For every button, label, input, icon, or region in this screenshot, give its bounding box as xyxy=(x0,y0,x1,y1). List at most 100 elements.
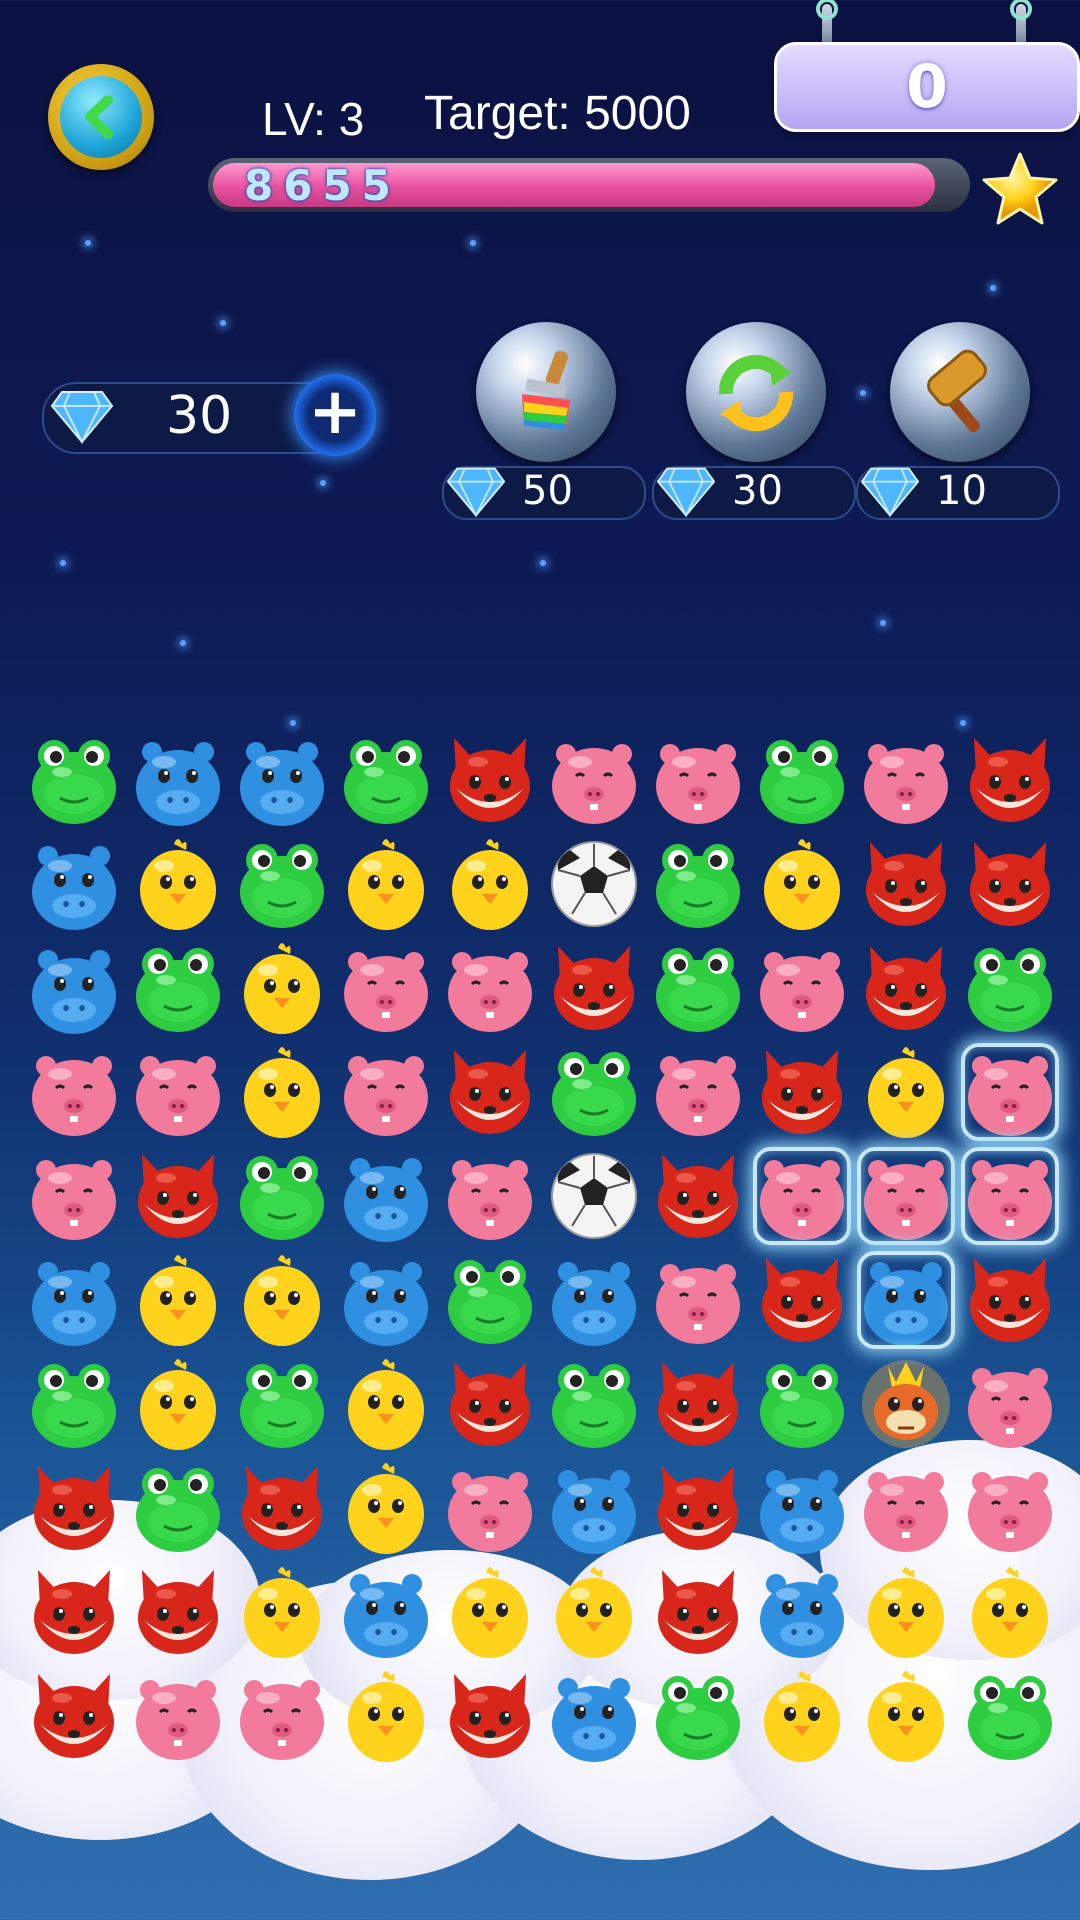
chick-tile[interactable] xyxy=(338,1460,434,1556)
fox-tile[interactable] xyxy=(858,836,954,932)
pig-tile[interactable] xyxy=(26,1044,122,1140)
chick-tile[interactable] xyxy=(858,1564,954,1660)
fox-tile[interactable] xyxy=(650,1148,746,1244)
chick-tile[interactable] xyxy=(130,1252,226,1348)
fox-tile[interactable] xyxy=(234,1460,330,1556)
back-button[interactable] xyxy=(48,64,154,170)
frog-tile[interactable] xyxy=(650,940,746,1036)
chick-tile[interactable] xyxy=(442,836,538,932)
hippo-tile[interactable] xyxy=(338,1564,434,1660)
add-gems-button[interactable]: + xyxy=(294,374,376,456)
pig-tile[interactable] xyxy=(234,1668,330,1764)
frog-tile[interactable] xyxy=(26,732,122,828)
hippo-tile[interactable] xyxy=(26,836,122,932)
fox-tile[interactable] xyxy=(130,1564,226,1660)
frog-tile[interactable] xyxy=(130,1460,226,1556)
pig-tile[interactable] xyxy=(650,1044,746,1140)
pig-tile[interactable] xyxy=(338,940,434,1036)
hippo-tile[interactable] xyxy=(26,1252,122,1348)
pig-tile[interactable] xyxy=(442,940,538,1036)
pig-tile[interactable] xyxy=(26,1148,122,1244)
fox-tile[interactable] xyxy=(442,1044,538,1140)
pig-tile[interactable] xyxy=(442,1148,538,1244)
chick-tile[interactable] xyxy=(234,1044,330,1140)
chick-tile[interactable] xyxy=(754,1668,850,1764)
frog-tile[interactable] xyxy=(962,1668,1058,1764)
hammer-powerup[interactable] xyxy=(890,322,1030,462)
pig-tile[interactable] xyxy=(650,1252,746,1348)
pig-tile[interactable] xyxy=(962,1356,1058,1452)
frog-tile[interactable] xyxy=(234,1356,330,1452)
pig-tile[interactable] xyxy=(858,1460,954,1556)
chick-tile[interactable] xyxy=(234,1564,330,1660)
chick-tile[interactable] xyxy=(442,1564,538,1660)
chick-tile[interactable] xyxy=(754,836,850,932)
fox-tile[interactable] xyxy=(650,1356,746,1452)
pig-tile[interactable] xyxy=(754,940,850,1036)
fox-tile[interactable] xyxy=(442,1356,538,1452)
chick-tile[interactable] xyxy=(234,940,330,1036)
fox-tile[interactable] xyxy=(442,732,538,828)
hippo-tile[interactable] xyxy=(546,1460,642,1556)
pig-tile[interactable] xyxy=(130,1668,226,1764)
chick-tile[interactable] xyxy=(858,1044,954,1140)
frog-tile[interactable] xyxy=(26,1356,122,1452)
pig-tile[interactable] xyxy=(546,732,642,828)
pig-tile[interactable] xyxy=(650,732,746,828)
frog-tile[interactable] xyxy=(130,940,226,1036)
pig-tile[interactable] xyxy=(962,1460,1058,1556)
rainbow-brush-powerup[interactable] xyxy=(476,322,616,462)
hippo-tile[interactable] xyxy=(338,1148,434,1244)
chick-tile[interactable] xyxy=(858,1668,954,1764)
chick-tile[interactable] xyxy=(234,1252,330,1348)
fox-tile[interactable] xyxy=(26,1460,122,1556)
hippo-tile[interactable] xyxy=(338,1252,434,1348)
ball-tile[interactable] xyxy=(546,1148,642,1244)
fox-tile[interactable] xyxy=(650,1460,746,1556)
frog-tile[interactable] xyxy=(962,940,1058,1036)
frog-tile[interactable] xyxy=(234,1148,330,1244)
pig-tile[interactable] xyxy=(130,1044,226,1140)
ball-tile[interactable] xyxy=(546,836,642,932)
fox-tile[interactable] xyxy=(962,836,1058,932)
hippo-tile[interactable] xyxy=(754,1564,850,1660)
fox-tile[interactable] xyxy=(130,1148,226,1244)
frog-tile[interactable] xyxy=(650,1668,746,1764)
frog-tile[interactable] xyxy=(442,1252,538,1348)
chick-tile[interactable] xyxy=(130,836,226,932)
hippo-tile[interactable] xyxy=(546,1668,642,1764)
fox-tile[interactable] xyxy=(962,1252,1058,1348)
refresh-powerup[interactable] xyxy=(686,322,826,462)
frog-tile[interactable] xyxy=(650,836,746,932)
hippo-tile[interactable] xyxy=(546,1252,642,1348)
chick-tile[interactable] xyxy=(338,836,434,932)
fox-tile[interactable] xyxy=(26,1668,122,1764)
chick-tile[interactable] xyxy=(338,1356,434,1452)
pig-tile[interactable] xyxy=(858,732,954,828)
hippo-tile[interactable] xyxy=(130,732,226,828)
fox-tile[interactable] xyxy=(650,1564,746,1660)
frog-tile[interactable] xyxy=(754,732,850,828)
hippo-tile[interactable] xyxy=(234,732,330,828)
fox-tile[interactable] xyxy=(962,732,1058,828)
chick-tile[interactable] xyxy=(338,1668,434,1764)
hippo-tile[interactable] xyxy=(26,940,122,1036)
hippo-tile[interactable] xyxy=(754,1460,850,1556)
chick-tile[interactable] xyxy=(130,1356,226,1452)
dragon-tile[interactable] xyxy=(858,1356,954,1452)
frog-tile[interactable] xyxy=(234,836,330,932)
fox-tile[interactable] xyxy=(754,1252,850,1348)
chick-tile[interactable] xyxy=(962,1564,1058,1660)
frog-tile[interactable] xyxy=(546,1044,642,1140)
fox-tile[interactable] xyxy=(26,1564,122,1660)
fox-tile[interactable] xyxy=(442,1668,538,1764)
frog-tile[interactable] xyxy=(338,732,434,828)
frog-tile[interactable] xyxy=(546,1356,642,1452)
pig-tile[interactable] xyxy=(442,1460,538,1556)
pig-tile[interactable] xyxy=(338,1044,434,1140)
fox-tile[interactable] xyxy=(858,940,954,1036)
fox-tile[interactable] xyxy=(754,1044,850,1140)
chick-tile[interactable] xyxy=(546,1564,642,1660)
fox-tile[interactable] xyxy=(546,940,642,1036)
frog-tile[interactable] xyxy=(754,1356,850,1452)
